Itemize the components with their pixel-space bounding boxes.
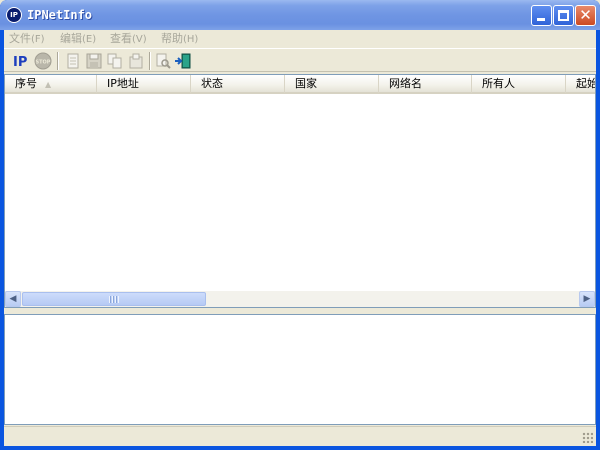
status-bar: [4, 426, 596, 446]
column-header-network-name[interactable]: 网络名: [379, 75, 472, 93]
client-area: 文件(F) 编辑(E) 查看(V) 帮助(H) IP STOP 序号 ▲ IP地…: [4, 30, 596, 446]
column-header-start[interactable]: 起始: [566, 75, 596, 93]
scroll-thumb[interactable]: [22, 292, 206, 306]
ip-icon-text: IP: [13, 55, 27, 70]
column-header-label: 起始: [576, 77, 596, 90]
menu-edit-hotkey: (E): [82, 34, 97, 45]
menu-edit[interactable]: 编辑(E): [60, 31, 96, 46]
horizontal-scrollbar[interactable]: ◀ ▶: [5, 291, 595, 307]
sort-ascending-icon: ▲: [45, 80, 52, 89]
menu-view[interactable]: 查看(V): [110, 31, 147, 46]
ip-icon: IP: [13, 55, 27, 70]
menu-help-label: 帮助: [161, 32, 183, 45]
lookup-ip-button[interactable]: IP: [12, 52, 30, 70]
menu-edit-label: 编辑: [60, 32, 82, 45]
menu-file-hotkey: (F): [31, 34, 45, 45]
minimize-button[interactable]: [531, 5, 552, 26]
menu-view-label: 查看: [110, 32, 132, 45]
report-icon: [129, 53, 143, 69]
column-header-label: 序号: [15, 77, 37, 90]
minimize-icon: [537, 18, 545, 21]
column-header-owner[interactable]: 所有人: [472, 75, 566, 93]
column-header-label: 国家: [295, 77, 317, 90]
find-button[interactable]: [154, 52, 172, 70]
toolbar-separator: [149, 52, 151, 70]
menu-help[interactable]: 帮助(H): [161, 31, 198, 46]
exit-door-icon: [175, 53, 191, 69]
chevron-right-icon: ▶: [583, 294, 591, 304]
toolbar: IP STOP: [4, 48, 596, 72]
save-button[interactable]: [85, 52, 103, 70]
column-header-index[interactable]: 序号 ▲: [5, 75, 97, 93]
stop-button[interactable]: STOP: [34, 52, 52, 70]
column-header-label: 所有人: [482, 77, 515, 90]
close-icon: ✕: [579, 6, 592, 24]
find-icon: [156, 53, 171, 69]
scroll-right-button[interactable]: ▶: [579, 291, 595, 307]
scroll-left-button[interactable]: ◀: [5, 291, 21, 307]
details-pane[interactable]: [4, 314, 596, 425]
menu-file[interactable]: 文件(F): [9, 31, 45, 46]
results-list[interactable]: 序号 ▲ IP地址 状态 国家 网络名 所有人 起始 ◀ ▶: [4, 74, 596, 308]
stop-icon-text: STOP: [36, 60, 51, 66]
column-header-label: IP地址: [107, 77, 139, 90]
scroll-grip-icon: [109, 296, 119, 303]
close-button[interactable]: ✕: [575, 5, 596, 26]
menu-bar: 文件(F) 编辑(E) 查看(V) 帮助(H): [4, 30, 596, 47]
app-window: IP IPNetInfo ✕ 文件(F) 编辑(E) 查看(V) 帮助(H) I…: [0, 0, 600, 450]
list-header: 序号 ▲ IP地址 状态 国家 网络名 所有人 起始: [5, 75, 596, 94]
window-title: IPNetInfo: [27, 8, 93, 22]
menu-file-label: 文件: [9, 32, 31, 45]
column-header-country[interactable]: 国家: [285, 75, 379, 93]
maximize-button[interactable]: [553, 5, 574, 26]
title-bar[interactable]: IP IPNetInfo ✕: [0, 0, 600, 30]
properties-button[interactable]: [64, 52, 82, 70]
stop-icon: STOP: [34, 52, 52, 70]
resize-grip-icon[interactable]: [582, 432, 593, 443]
menu-view-hotkey: (V): [132, 34, 147, 45]
column-header-label: 网络名: [389, 77, 422, 90]
column-header-status[interactable]: 状态: [191, 75, 285, 93]
copy-icon: [107, 53, 122, 69]
maximize-icon: [558, 10, 569, 21]
copy-button[interactable]: [106, 52, 124, 70]
column-header-ip-address[interactable]: IP地址: [97, 75, 191, 93]
menu-help-hotkey: (H): [183, 34, 199, 45]
save-icon: [86, 53, 102, 69]
toolbar-separator: [57, 52, 59, 70]
document-icon: [67, 53, 79, 69]
chevron-left-icon: ◀: [9, 294, 17, 304]
app-icon[interactable]: IP: [6, 7, 22, 23]
html-report-button[interactable]: [127, 52, 145, 70]
exit-button[interactable]: [174, 52, 192, 70]
column-header-label: 状态: [201, 77, 223, 90]
